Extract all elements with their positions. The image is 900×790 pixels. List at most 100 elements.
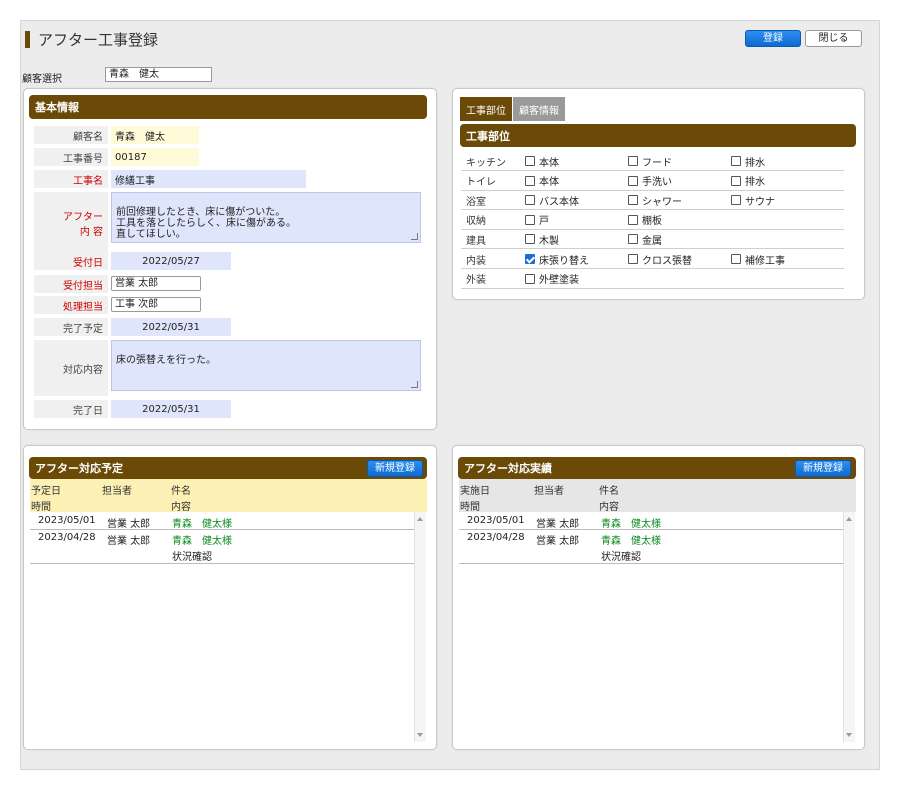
work-area-checkbox-item[interactable]: クロス張替 (628, 252, 731, 267)
checkbox-icon[interactable] (525, 175, 535, 186)
customer-select-input[interactable]: 青森 健太 (105, 67, 212, 82)
checkbox-icon[interactable] (628, 175, 638, 186)
checkbox-icon[interactable] (731, 175, 741, 186)
checkbox-icon[interactable] (525, 234, 535, 245)
checkbox-icon[interactable] (525, 195, 535, 206)
work-area-checkbox-label: 補修工事 (745, 255, 785, 267)
work-area-checkbox-label: 床張り替え (539, 255, 589, 267)
work-no-label: 工事番号 (34, 148, 108, 166)
work-area-checkbox-item[interactable]: 金属 (628, 232, 731, 247)
work-area-checkbox-item[interactable]: サウナ (731, 193, 834, 208)
completed-date-label: 完了日 (34, 400, 108, 418)
title-bar-marker (25, 30, 30, 48)
work-area-checkbox-item[interactable]: 棚板 (628, 212, 731, 227)
after-content-textarea[interactable]: 前回修理したとき、床に傷がついた。 工具を落としたらしく、床に傷がある。 直して… (111, 192, 421, 243)
work-area-checkbox-item[interactable]: シャワー (628, 193, 731, 208)
planned-date-value[interactable]: 2022/05/31 (111, 318, 231, 336)
tab-work-area[interactable]: 工事部位 (460, 97, 512, 121)
work-area-checkbox-label: 本体 (539, 177, 559, 189)
customer-select-label: 顧客選択 (22, 74, 62, 85)
handler-row: 処理担当 工事 次郎 (34, 296, 201, 314)
checkbox-icon[interactable] (628, 234, 638, 245)
schedule-new-button[interactable]: 新規登録 (367, 460, 423, 477)
work-area-checkbox-label: 棚板 (642, 216, 662, 228)
table-row[interactable]: 2023/05/01 営業 太郎 青森 健太様 (459, 513, 843, 530)
scroll-up-icon[interactable] (417, 517, 423, 521)
customer-name-row: 顧客名 青森 健太 (34, 126, 199, 144)
resize-handle-icon[interactable] (411, 233, 418, 240)
work-area-checkbox-item[interactable]: 外壁塗装 (525, 271, 628, 286)
checkbox-icon[interactable] (731, 195, 741, 206)
checkbox-icon[interactable] (525, 214, 535, 225)
scroll-down-icon[interactable] (846, 733, 852, 737)
checkbox-icon[interactable] (525, 156, 535, 166)
work-area-checkbox-item[interactable]: 本体 (525, 154, 628, 169)
table-row[interactable]: 2023/04/28 営業 太郎 青森 健太様状況確認 (30, 530, 414, 564)
checkbox-icon[interactable] (628, 156, 638, 166)
work-area-checkbox-label: 金属 (642, 235, 662, 247)
row-staff: 営業 太郎 (536, 519, 580, 530)
response-row: 対応内容 床の張替えを行った。 (34, 340, 421, 396)
scroll-down-icon[interactable] (417, 733, 423, 737)
scroll-up-icon[interactable] (846, 517, 852, 521)
checkbox-checked-icon[interactable] (525, 254, 535, 264)
checkbox-icon[interactable] (628, 214, 638, 225)
after-content-label: アフター 内 容 (34, 192, 108, 253)
work-area-checkbox-item[interactable]: 排水 (731, 154, 834, 169)
work-area-row-name: 収納 (466, 216, 486, 228)
work-area-checkbox-item[interactable]: 排水 (731, 173, 834, 188)
work-no-value: 00187 (111, 148, 199, 166)
work-area-checkbox-label: フード (642, 157, 672, 169)
work-area-checkbox-item[interactable]: バス本体 (525, 193, 628, 208)
work-no-row: 工事番号 00187 (34, 148, 199, 166)
work-area-checkbox-label: 木製 (539, 235, 559, 247)
work-area-header: 工事部位 (460, 124, 856, 147)
response-label: 対応内容 (34, 340, 108, 396)
receiver-select[interactable]: 営業 太郎 (111, 276, 201, 291)
schedule-scrollbar[interactable] (414, 512, 426, 742)
row-subject-link[interactable]: 青森 健太様 (172, 532, 232, 547)
work-area-row-name: 外装 (466, 275, 486, 287)
checkbox-icon[interactable] (731, 254, 741, 264)
received-date-value[interactable]: 2022/05/27 (111, 252, 231, 270)
row-subject-link[interactable]: 青森 健太様 (601, 515, 661, 530)
after-content-text: 前回修理したとき、床に傷がついた。 工具を落としたらしく、床に傷がある。 直して… (116, 207, 296, 240)
table-row[interactable]: 2023/04/28 営業 太郎 青森 健太様 状況確認 (459, 530, 843, 564)
resize-handle-icon[interactable] (411, 381, 418, 388)
work-area-checkbox-item[interactable]: フード (628, 154, 731, 169)
results-col-date: 実施日 (460, 486, 490, 497)
row-date: 2023/04/28 (38, 532, 96, 543)
register-button[interactable]: 登録 (745, 30, 801, 47)
work-area-row-name: キッチン (466, 157, 506, 169)
handler-select[interactable]: 工事 次郎 (111, 297, 201, 312)
checkbox-icon[interactable] (628, 254, 638, 264)
work-area-checkbox-label: 戸 (539, 216, 549, 228)
close-button[interactable]: 閉じる (805, 30, 862, 47)
checkbox-icon[interactable] (731, 156, 741, 166)
checkbox-icon[interactable] (628, 195, 638, 206)
work-area-checkbox-item[interactable]: 戸 (525, 212, 628, 227)
row-subject-link[interactable]: 青森 健太様 (601, 532, 661, 547)
work-area-checkbox-label: 排水 (745, 157, 765, 169)
work-area-checkbox-label: 外壁塗装 (539, 275, 579, 287)
row-content: 状況確認 (172, 552, 212, 563)
after-content-label-line2: 内 容 (79, 226, 103, 238)
checkbox-icon[interactable] (525, 273, 535, 284)
tab-customer-info[interactable]: 顧客情報 (513, 97, 565, 121)
response-textarea[interactable]: 床の張替えを行った。 (111, 340, 421, 391)
results-scrollbar[interactable] (843, 512, 855, 742)
row-staff: 営業 太郎 (107, 536, 151, 547)
work-area-checkbox-item[interactable]: 手洗い (628, 173, 731, 188)
work-area-checkbox-item[interactable]: 床張り替え (525, 252, 628, 267)
completed-date-value[interactable]: 2022/05/31 (111, 400, 231, 418)
work-area-checkbox-item[interactable]: 本体 (525, 173, 628, 188)
work-name-value[interactable]: 修繕工事 (111, 170, 306, 188)
row-subject-link[interactable]: 青森 健太様 (172, 515, 232, 530)
results-col-time: 時間 (460, 502, 480, 513)
schedule-col-date: 予定日 (31, 486, 61, 497)
work-area-checkbox-label: シャワー (642, 196, 682, 208)
work-area-checkbox-item[interactable]: 補修工事 (731, 252, 834, 267)
work-area-checkbox-item[interactable]: 木製 (525, 232, 628, 247)
table-row[interactable]: 2023/05/01 営業 太郎 青森 健太様 (30, 513, 414, 530)
results-new-button[interactable]: 新規登録 (795, 460, 851, 477)
